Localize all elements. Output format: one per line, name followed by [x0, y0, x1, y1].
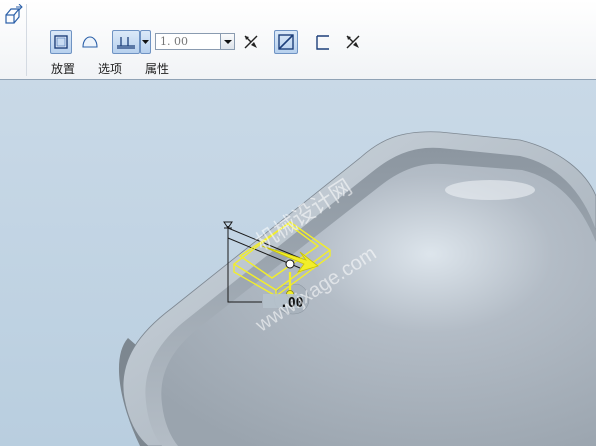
toolbar-separator: [26, 4, 27, 76]
flip-direction-icon: [244, 35, 258, 49]
solid-button[interactable]: [50, 30, 72, 54]
remove-material-button[interactable]: [274, 30, 298, 54]
tab-properties[interactable]: 属性: [145, 60, 169, 77]
depth-value-input[interactable]: 1. 00: [155, 33, 221, 50]
dashboard-toolbar: 1. 00 放置 选项 属性: [0, 0, 596, 80]
solid-icon: [54, 35, 68, 49]
flip-thicken-icon: [346, 35, 360, 49]
thicken-icon: [316, 35, 329, 50]
depth-option-button[interactable]: [112, 30, 140, 54]
tab-options[interactable]: 选项: [98, 60, 122, 77]
flip-depth-button[interactable]: [240, 30, 262, 54]
tab-placement[interactable]: 放置: [51, 60, 75, 77]
drag-handle: [285, 259, 295, 269]
model-view: [0, 80, 596, 446]
remove-material-icon: [278, 34, 294, 50]
depth-option-dropdown[interactable]: [140, 30, 151, 54]
surface-icon: [82, 36, 98, 48]
depth-value-dropdown[interactable]: [221, 33, 235, 50]
thicken-button[interactable]: [312, 30, 334, 54]
depth-blind-icon: [117, 37, 135, 49]
surface-button[interactable]: [79, 30, 101, 54]
extrude-feature-icon: [4, 3, 24, 26]
chevron-down-icon: [142, 39, 149, 44]
flip-thicken-button[interactable]: [342, 30, 364, 54]
graphics-viewport[interactable]: .00 机械设计网 www.jxage.com: [0, 80, 596, 446]
